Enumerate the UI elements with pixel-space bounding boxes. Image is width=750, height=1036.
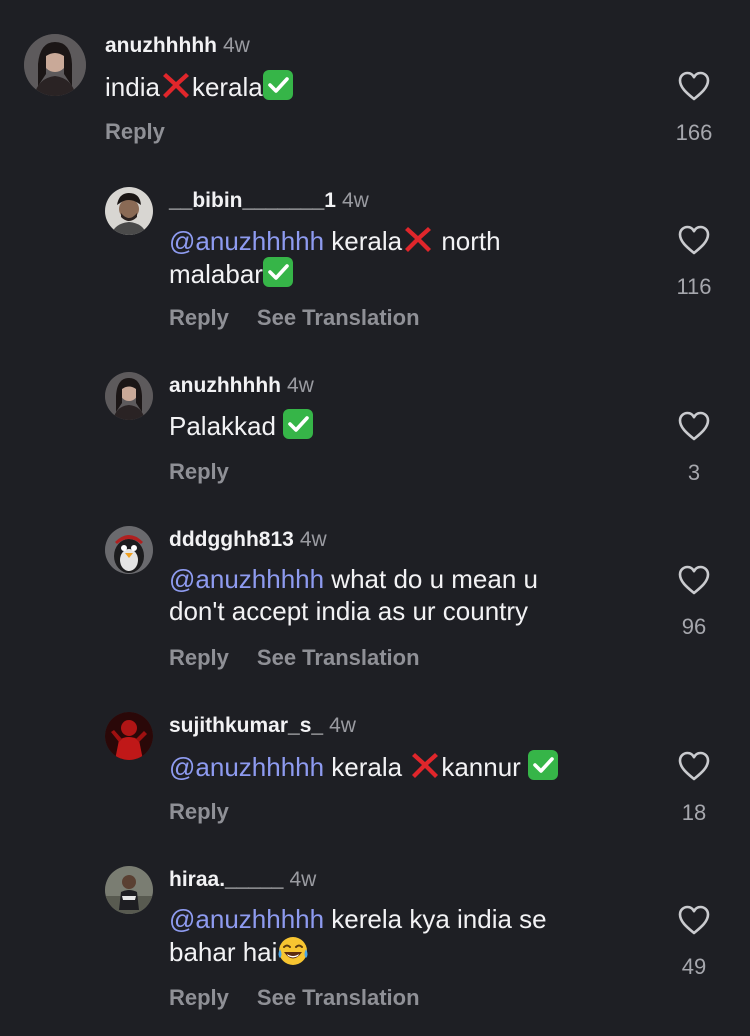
avatar[interactable] — [105, 372, 153, 420]
comment-text: @anuzhhhhh what do u mean u don't accept … — [169, 564, 538, 626]
avatar[interactable] — [105, 526, 153, 574]
timestamp: 4w — [299, 528, 327, 551]
comment-text: @anuzhhhhh kerala kannur — [169, 749, 559, 783]
cross-mark-emoji — [160, 69, 192, 101]
check-mark-button-emoji — [262, 70, 293, 100]
heart-outline-icon[interactable] — [664, 750, 724, 782]
like-count: 3 — [687, 460, 701, 485]
avatar[interactable] — [24, 34, 86, 96]
mention-link[interactable]: @anuzhhhhh — [169, 564, 324, 594]
timestamp: 4w — [222, 34, 250, 57]
reply-button[interactable]: Reply — [169, 459, 229, 484]
cross-mark-emoji — [402, 223, 434, 255]
avatar[interactable] — [105, 866, 153, 914]
reply-button[interactable]: Reply — [169, 645, 229, 670]
heart-outline-icon[interactable] — [664, 70, 724, 102]
username[interactable]: hiraa._____ — [169, 868, 283, 891]
comment-text: Palakkad — [169, 409, 314, 442]
avatar[interactable] — [105, 187, 153, 235]
username[interactable]: anuzhhhhh — [169, 374, 281, 397]
like-count: 116 — [676, 274, 712, 299]
timestamp: 4w — [286, 374, 314, 397]
like-count: 49 — [681, 954, 707, 979]
comment-text: @anuzhhhhh kerela kya india se bahar hai — [169, 904, 547, 967]
check-mark-button-emoji — [283, 409, 314, 439]
timestamp: 4w — [341, 189, 369, 212]
heart-outline-icon[interactable] — [664, 224, 724, 256]
see-translation-button[interactable]: See Translation — [257, 985, 420, 1010]
check-mark-button-emoji — [262, 257, 293, 287]
username[interactable]: sujithkumar_s_ — [169, 714, 323, 737]
heart-outline-icon[interactable] — [664, 564, 724, 596]
check-mark-button-emoji — [528, 750, 559, 780]
reply-button[interactable]: Reply — [169, 305, 229, 330]
timestamp: 4w — [329, 714, 356, 737]
reply-button[interactable]: Reply — [169, 985, 229, 1010]
timestamp: 4w — [289, 868, 317, 891]
username[interactable]: anuzhhhhh — [105, 34, 217, 57]
comment-text: india kerala — [105, 69, 293, 103]
username[interactable]: dddgghh813 — [169, 528, 294, 551]
see-translation-button[interactable]: See Translation — [257, 305, 420, 330]
heart-outline-icon[interactable] — [664, 410, 724, 442]
reply-button[interactable]: Reply — [169, 799, 229, 824]
mention-link[interactable]: @anuzhhhhh — [169, 226, 324, 256]
avatar[interactable] — [105, 712, 153, 760]
see-translation-button[interactable]: See Translation — [257, 645, 420, 670]
cross-mark-emoji — [409, 749, 441, 781]
reply-button[interactable]: Reply — [105, 119, 165, 144]
username[interactable]: __bibin_______1 — [169, 189, 336, 212]
tears-of-joy-emoji — [277, 935, 309, 967]
mention-link[interactable]: @anuzhhhhh — [169, 752, 324, 782]
like-count: 166 — [675, 120, 713, 145]
mention-link[interactable]: @anuzhhhhh — [169, 904, 324, 934]
like-count: 18 — [681, 800, 707, 825]
comment-text: @anuzhhhhh kerala north malabar — [169, 223, 501, 290]
like-count: 96 — [681, 614, 707, 639]
heart-outline-icon[interactable] — [664, 904, 724, 936]
